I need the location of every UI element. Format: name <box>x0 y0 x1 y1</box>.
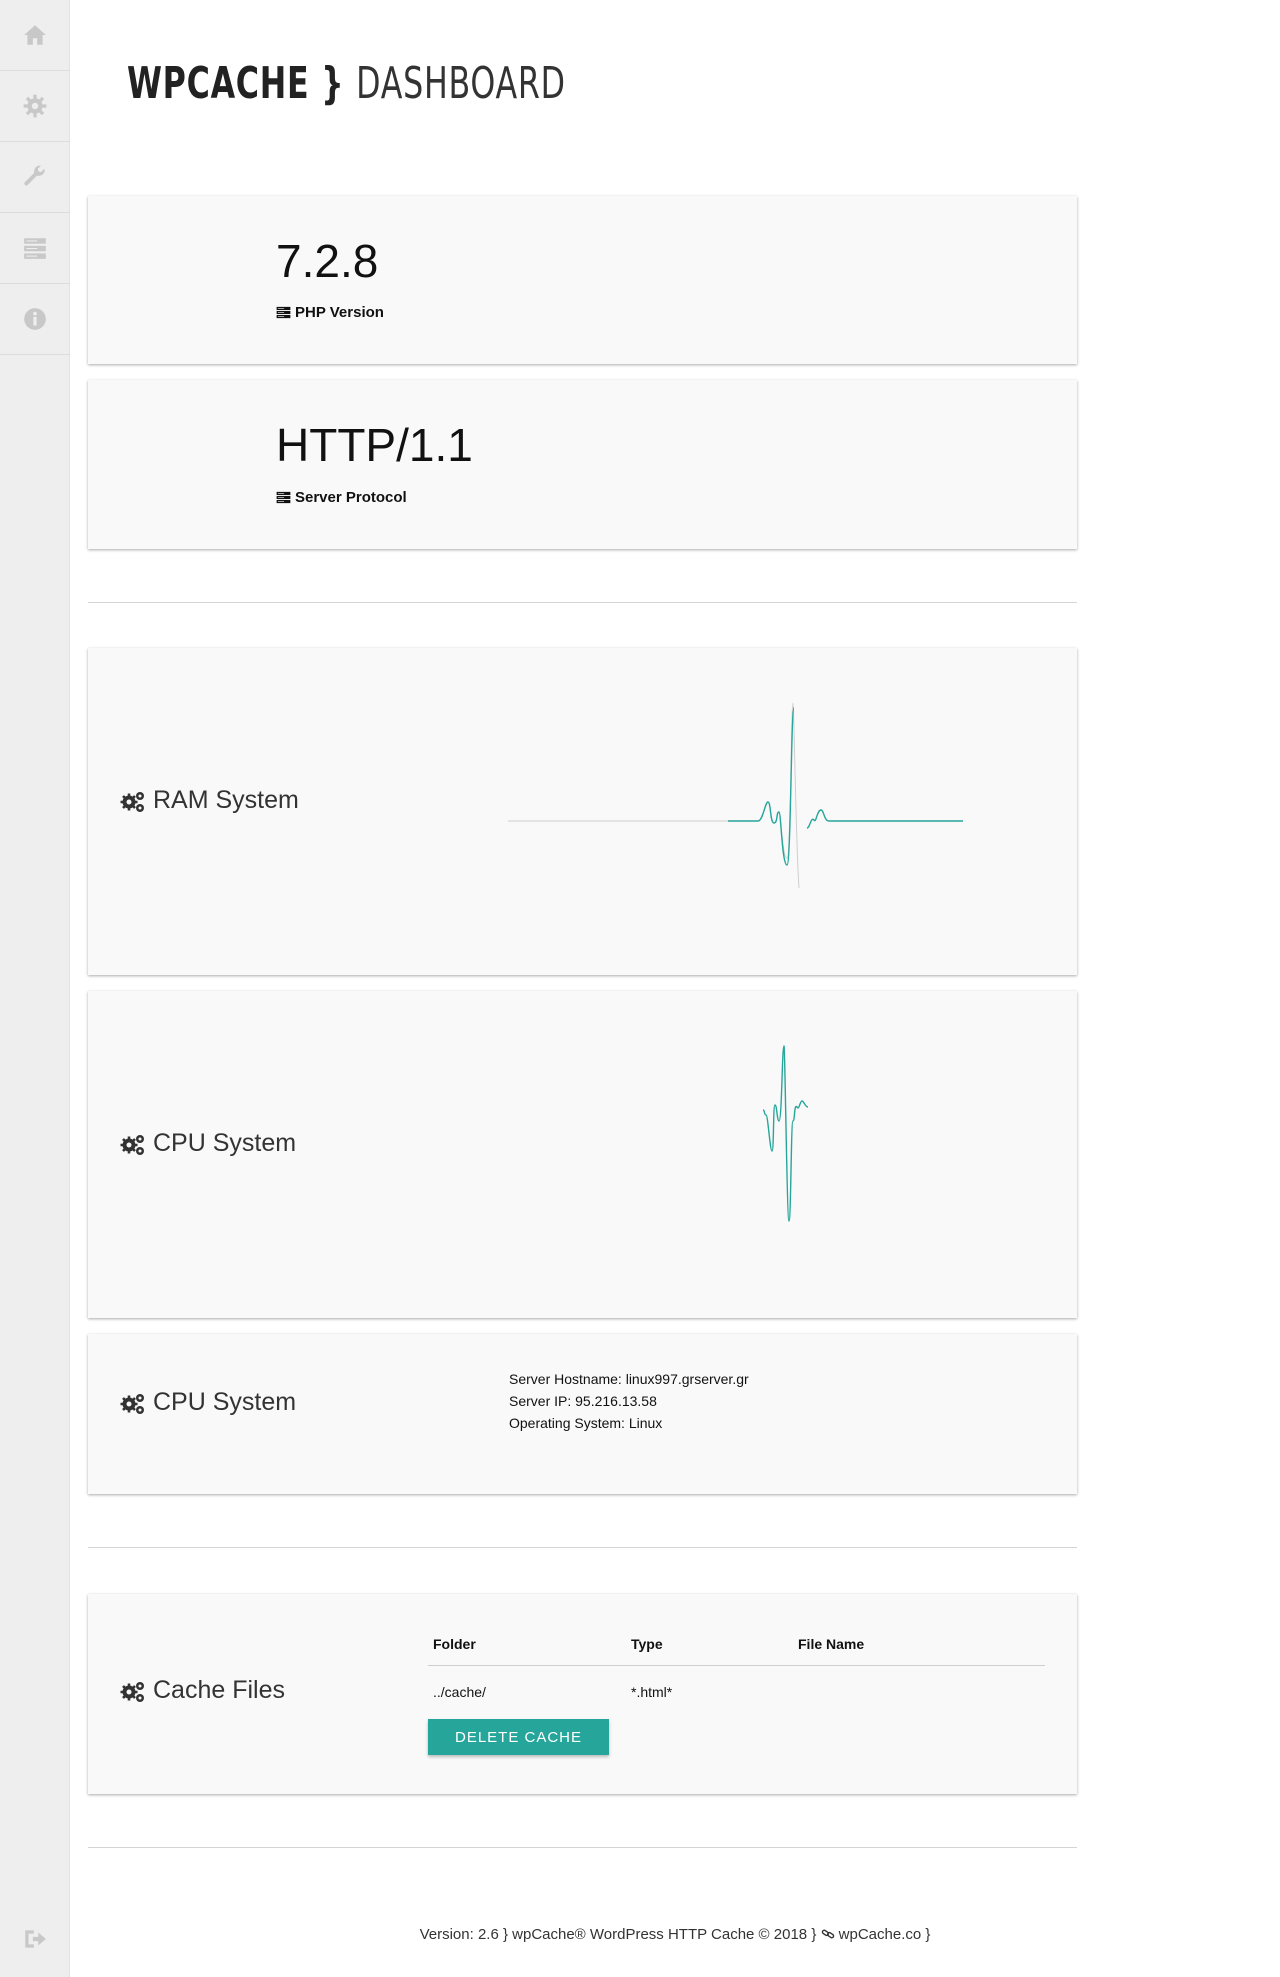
cpu-system-title: CPU System <box>119 1129 296 1158</box>
divider <box>88 602 1077 603</box>
cogs-icon <box>120 1134 144 1155</box>
link-icon <box>821 1929 834 1939</box>
divider <box>88 1847 1077 1848</box>
server-info-title: CPU System <box>119 1388 296 1417</box>
server-info-list: Server Hostname: linux997.grserver.gr Se… <box>509 1368 749 1434</box>
gear-icon <box>23 94 46 118</box>
server-icon <box>23 238 46 259</box>
operating-system: Operating System: Linux <box>509 1415 663 1431</box>
ram-system-title-text: RAM System <box>153 786 299 814</box>
info-icon <box>23 308 46 330</box>
cogs-icon <box>120 1393 144 1414</box>
cell-type: *.html* <box>631 1684 673 1700</box>
server-info-card: CPU System Server Hostname: linux997.grs… <box>88 1334 1077 1494</box>
server-ip: Server IP: 95.216.13.58 <box>509 1393 657 1409</box>
ram-chart-trace <box>728 707 795 866</box>
title-brand: WPCACHE <box>127 58 310 109</box>
table-row: ../cache/ *.html* <box>428 1666 1045 1718</box>
table-header: Folder Type File Name <box>428 1622 1045 1666</box>
cpu-system-title-text: CPU System <box>153 1129 297 1157</box>
server-info-title-text: CPU System <box>153 1388 297 1416</box>
cache-files-card: Cache Files Folder Type File Name ../cac… <box>88 1594 1077 1794</box>
sidebar-item-server[interactable] <box>0 213 69 284</box>
cpu-usage-chart <box>762 1045 809 1222</box>
server-hostname: Server Hostname: linux997.grserver.gr <box>509 1371 749 1387</box>
title-section: DASHBOARD <box>356 58 566 109</box>
sidebar-item-info[interactable] <box>0 284 69 355</box>
php-version-value: 7.2.8 <box>276 235 379 287</box>
ram-system-title: RAM System <box>119 786 299 815</box>
cpu-chart-trace <box>762 1045 809 1222</box>
column-folder: Folder <box>433 1635 476 1652</box>
cpu-system-card: CPU System <box>88 991 1077 1318</box>
cache-files-title-text: Cache Files <box>153 1676 285 1704</box>
server-protocol-card: HTTP/1.1 Server Protocol <box>88 380 1077 549</box>
home-icon <box>23 25 46 45</box>
footer: Version: 2.6 } wpCache® WordPress HTTP C… <box>0 1926 1280 1943</box>
delete-cache-button[interactable]: DELETE CACHE <box>428 1719 609 1755</box>
wrench-icon <box>23 165 45 186</box>
divider <box>88 1547 1077 1548</box>
server-protocol-label: Server Protocol <box>276 489 407 506</box>
cell-folder: ../cache/ <box>433 1684 486 1700</box>
ram-usage-chart <box>508 702 963 889</box>
server-protocol-label-text: Server Protocol <box>295 489 407 506</box>
ram-system-card: RAM System <box>88 648 1077 975</box>
server-icon <box>276 491 291 504</box>
ram-chart-trace-tail <box>806 809 963 829</box>
title-separator: } <box>321 58 345 109</box>
server-protocol-value: HTTP/1.1 <box>276 419 473 471</box>
footer-text: Version: 2.6 } wpCache® WordPress HTTP C… <box>419 1926 817 1943</box>
sidebar <box>0 0 70 1977</box>
cogs-icon <box>120 791 144 812</box>
column-file-name: File Name <box>798 1635 865 1652</box>
column-type: Type <box>631 1635 663 1652</box>
php-version-label-text: PHP Version <box>295 304 384 321</box>
cache-files-title: Cache Files <box>119 1676 285 1705</box>
footer-link[interactable]: wpCache.co } <box>839 1926 931 1943</box>
sidebar-item-settings[interactable] <box>0 71 69 142</box>
page-title: WPCACHE } DASHBOARD <box>127 58 566 109</box>
php-version-card: 7.2.8 PHP Version <box>88 196 1077 364</box>
php-version-label: PHP Version <box>276 304 384 321</box>
server-icon <box>276 306 291 319</box>
cogs-icon <box>120 1681 144 1702</box>
cache-files-table: Folder Type File Name ../cache/ *.html* <box>428 1622 1045 1718</box>
sidebar-item-tools[interactable] <box>0 142 69 213</box>
sidebar-item-home[interactable] <box>0 0 69 71</box>
